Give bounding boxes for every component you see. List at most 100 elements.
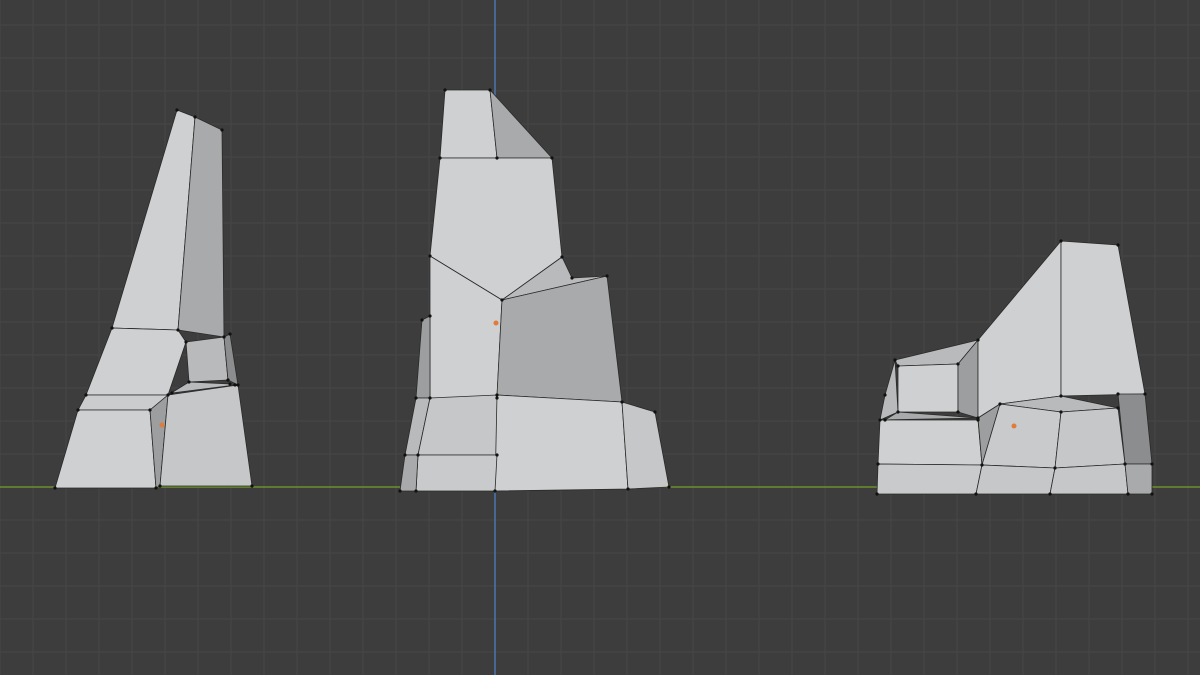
face: [1049, 463, 1129, 495]
mesh-vertex[interactable]: [1123, 462, 1127, 466]
mesh-vertex[interactable]: [956, 410, 960, 414]
mesh-vertex[interactable]: [883, 393, 887, 397]
mesh-vertex[interactable]: [187, 380, 191, 384]
3d-viewport[interactable]: [0, 0, 1200, 675]
viewport-canvas[interactable]: [0, 0, 1200, 675]
face: [85, 327, 187, 396]
rock-pillar-left[interactable]: [54, 109, 253, 489]
mesh-vertex[interactable]: [403, 453, 407, 457]
object-origin-left[interactable]: [159, 422, 165, 428]
face: [399, 454, 419, 492]
mesh-vertex[interactable]: [53, 486, 57, 490]
mesh-vertex[interactable]: [883, 418, 887, 422]
mesh-vertex[interactable]: [550, 156, 554, 160]
mesh-vertex[interactable]: [653, 410, 657, 414]
mesh-vertex[interactable]: [220, 128, 224, 132]
mesh-vertex[interactable]: [974, 492, 978, 496]
mesh-vertex[interactable]: [184, 340, 188, 344]
mesh-vertex[interactable]: [570, 276, 574, 280]
mesh-vertex[interactable]: [1116, 406, 1120, 410]
mesh-vertex[interactable]: [84, 393, 88, 397]
face: [1060, 240, 1146, 397]
mesh-vertex[interactable]: [605, 274, 609, 278]
mesh-vertex[interactable]: [896, 410, 900, 414]
mesh-vertex[interactable]: [893, 358, 897, 362]
object-origin-right[interactable]: [1011, 423, 1017, 429]
mesh-vertex[interactable]: [236, 383, 240, 387]
mesh-vertex[interactable]: [148, 408, 152, 412]
mesh-vertex[interactable]: [193, 115, 197, 119]
mesh-vertex[interactable]: [175, 108, 179, 112]
face: [621, 401, 670, 490]
rock-pillar-center[interactable]: [399, 89, 670, 492]
mesh-vertex[interactable]: [1116, 243, 1120, 247]
mesh-vertex[interactable]: [878, 418, 882, 422]
face: [159, 384, 253, 487]
mesh-vertex[interactable]: [620, 400, 624, 404]
face: [975, 464, 1056, 495]
mesh-vertex[interactable]: [226, 378, 230, 382]
mesh-vertex[interactable]: [228, 382, 232, 386]
mesh-vertex[interactable]: [998, 402, 1002, 406]
mesh-vertex[interactable]: [414, 396, 418, 400]
mesh-vertex[interactable]: [1126, 492, 1130, 496]
mesh-vertex[interactable]: [667, 485, 671, 489]
face: [439, 89, 498, 159]
mesh-vertex[interactable]: [428, 396, 432, 400]
mesh-vertex[interactable]: [1059, 410, 1063, 414]
mesh-vertex[interactable]: [495, 156, 499, 160]
mesh-vertex[interactable]: [420, 318, 424, 322]
mesh-vertex[interactable]: [443, 88, 447, 92]
mesh-vertex[interactable]: [1150, 492, 1154, 496]
mesh-vertex[interactable]: [1053, 466, 1057, 470]
mesh-vertex[interactable]: [896, 364, 900, 368]
mesh-vertex[interactable]: [626, 487, 630, 491]
mesh-vertex[interactable]: [876, 462, 880, 466]
mesh-vertex[interactable]: [980, 463, 984, 467]
mesh-vertex[interactable]: [875, 492, 879, 496]
mesh-vertex[interactable]: [1150, 462, 1154, 466]
mesh-vertex[interactable]: [1059, 394, 1063, 398]
face: [879, 359, 899, 421]
mesh-vertex[interactable]: [110, 326, 114, 330]
mesh-vertex[interactable]: [398, 489, 402, 493]
mesh-vertex[interactable]: [495, 396, 499, 400]
face: [876, 463, 983, 495]
face: [897, 363, 959, 413]
mesh-vertex[interactable]: [170, 391, 174, 395]
face: [415, 454, 498, 492]
mesh-vertex[interactable]: [488, 88, 492, 92]
mesh-vertex[interactable]: [500, 298, 504, 302]
mesh-vertex[interactable]: [250, 484, 254, 488]
mesh-vertex[interactable]: [438, 156, 442, 160]
mesh-vertex[interactable]: [956, 362, 960, 366]
mesh-vertex[interactable]: [414, 489, 418, 493]
object-origin-center[interactable]: [493, 320, 499, 326]
mesh-vertex[interactable]: [416, 453, 420, 457]
mesh-vertex[interactable]: [495, 453, 499, 457]
face: [877, 419, 983, 466]
mesh-vertex[interactable]: [976, 338, 980, 342]
mesh-vertex[interactable]: [493, 489, 497, 493]
mesh-vertex[interactable]: [1116, 392, 1120, 396]
face: [185, 336, 229, 383]
mesh-vertex[interactable]: [222, 335, 226, 339]
mesh-vertex[interactable]: [560, 255, 564, 259]
mesh-vertex[interactable]: [76, 408, 80, 412]
mesh-vertex[interactable]: [233, 383, 237, 387]
mesh-vertex[interactable]: [166, 393, 170, 397]
mesh-vertex[interactable]: [495, 393, 499, 397]
rock-pillar-right[interactable]: [876, 240, 1153, 495]
mesh-vertex[interactable]: [176, 328, 180, 332]
mesh-vertex[interactable]: [1143, 392, 1147, 396]
face: [1054, 407, 1126, 469]
mesh-vertex[interactable]: [228, 332, 232, 336]
mesh-vertex[interactable]: [154, 486, 158, 490]
mesh-vertex[interactable]: [1059, 239, 1063, 243]
face: [1124, 463, 1153, 495]
mesh-vertex[interactable]: [158, 484, 162, 488]
mesh-vertex[interactable]: [428, 254, 432, 258]
mesh-vertex[interactable]: [1048, 492, 1052, 496]
mesh-vertex[interactable]: [428, 314, 432, 318]
mesh-vertex[interactable]: [976, 418, 980, 422]
